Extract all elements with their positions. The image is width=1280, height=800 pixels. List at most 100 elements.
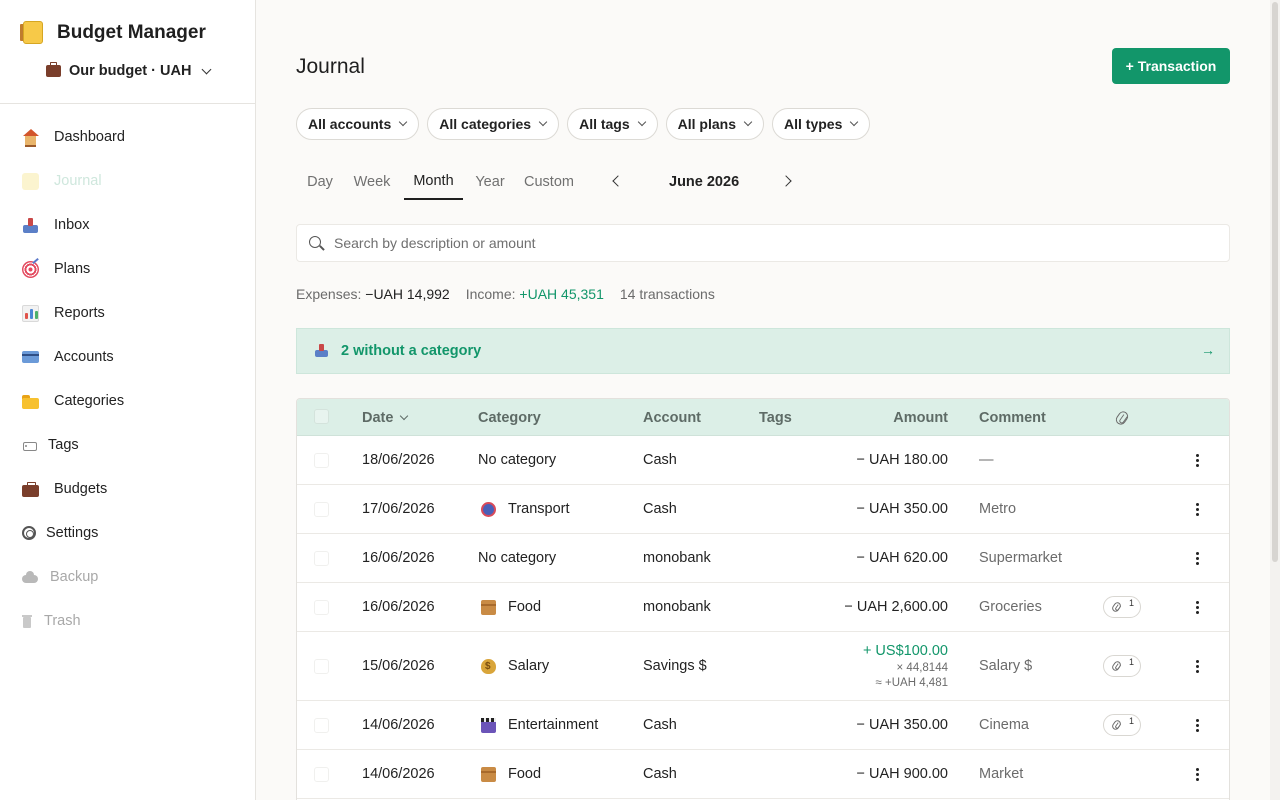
brand[interactable]: Budget Manager xyxy=(20,20,206,45)
inbox-tray-icon xyxy=(22,217,39,234)
table-row[interactable]: 17/06/2026 Transport Cash − UAH 350.00 M… xyxy=(297,485,1229,534)
row-exchange-rate: × 44,8144 xyxy=(896,662,948,674)
row-date: 16/06/2026 xyxy=(362,550,435,566)
sidebar-item-plans[interactable]: Plans xyxy=(0,247,256,291)
sidebar-item-inbox[interactable]: Inbox xyxy=(0,203,256,247)
filter-label: All tags xyxy=(579,116,630,132)
sidebar-item-tags[interactable]: Tags xyxy=(0,423,256,467)
more-options-icon[interactable] xyxy=(1196,768,1199,781)
more-options-icon[interactable] xyxy=(1196,601,1199,614)
sidebar-nav: Dashboard Journal Inbox Plans Reports Ac… xyxy=(0,115,256,643)
target-icon xyxy=(22,260,39,278)
row-checkbox[interactable] xyxy=(314,551,329,566)
sidebar-item-journal[interactable]: Journal xyxy=(0,159,256,203)
table-row[interactable]: 14/06/2026 Food Cash − UAH 900.00 Market xyxy=(297,750,1229,799)
row-checkbox[interactable] xyxy=(314,659,329,674)
table-row[interactable]: 16/06/2026 Food monobank − UAH 2,600.00 … xyxy=(297,583,1229,632)
filter-accounts[interactable]: All accounts xyxy=(296,108,420,140)
filter-tags[interactable]: All tags xyxy=(567,108,658,140)
table-row[interactable]: 15/06/2026 Salary Savings $ + US$100.00 … xyxy=(297,632,1229,701)
filter-label: All types xyxy=(784,116,843,132)
more-options-icon[interactable] xyxy=(1196,719,1199,732)
credit-card-icon xyxy=(22,351,39,363)
search-input[interactable] xyxy=(334,235,1214,251)
package-icon xyxy=(481,766,496,782)
row-category-cell: Entertainment xyxy=(481,701,598,749)
tab-custom[interactable]: Custom xyxy=(518,164,580,200)
attachment-count: 1 xyxy=(1129,716,1135,726)
column-tags: Tags xyxy=(759,409,792,426)
notebook-icon xyxy=(20,20,45,45)
table-row[interactable]: 18/06/2026 No category Cash − UAH 180.00… xyxy=(297,436,1229,485)
app-title: Budget Manager xyxy=(57,21,206,43)
column-date[interactable]: Date xyxy=(362,399,409,436)
filter-label: All accounts xyxy=(308,116,392,132)
scrollbar-thumb[interactable] xyxy=(1272,2,1278,562)
sidebar-item-budgets[interactable]: Budgets xyxy=(0,467,256,511)
sidebar-item-dashboard[interactable]: Dashboard xyxy=(0,115,256,159)
row-category: Food xyxy=(508,599,542,615)
tab-year[interactable]: Year xyxy=(468,164,512,200)
uncategorized-banner[interactable]: 2 without a category → xyxy=(296,328,1230,374)
page-title: Journal xyxy=(296,55,365,78)
add-transaction-button[interactable]: + Transaction xyxy=(1112,48,1230,84)
more-options-icon[interactable] xyxy=(1196,552,1199,565)
table-row[interactable]: 14/06/2026 Entertainment Cash − UAH 350.… xyxy=(297,701,1229,750)
paperclip-icon xyxy=(1110,600,1123,614)
row-account: Cash xyxy=(643,452,677,468)
budget-selector[interactable]: Our budget · UAH xyxy=(46,62,212,79)
sidebar-item-settings[interactable]: Settings xyxy=(0,511,256,555)
row-checkbox[interactable] xyxy=(314,718,329,733)
row-amount: − UAH 620.00 xyxy=(856,550,949,566)
sidebar-divider xyxy=(0,103,256,104)
more-options-icon[interactable] xyxy=(1196,454,1199,467)
row-amount: − UAH 350.00 xyxy=(856,717,949,733)
sidebar-item-backup[interactable]: Backup xyxy=(0,555,256,599)
sidebar-item-label: Categories xyxy=(54,393,125,409)
attachment-count: 1 xyxy=(1129,598,1135,608)
row-comment: Salary $ xyxy=(979,658,1033,674)
sidebar-item-label: Reports xyxy=(54,305,105,321)
scrollbar[interactable] xyxy=(1270,0,1280,800)
row-date: 18/06/2026 xyxy=(362,452,435,468)
table-row[interactable]: 16/06/2026 No category monobank − UAH 62… xyxy=(297,534,1229,583)
folder-icon xyxy=(22,393,39,410)
briefcase-icon xyxy=(46,62,61,77)
table-header: Date Category Account Tags Amount Commen… xyxy=(297,399,1229,436)
row-date: 16/06/2026 xyxy=(362,599,435,615)
row-checkbox[interactable] xyxy=(314,767,329,782)
row-amount-stack: + US$100.00 × 44,8144 ≈ +UAH 4,481 xyxy=(863,632,948,700)
attachment-badge[interactable]: 1 xyxy=(1103,714,1141,736)
inbox-tray-icon xyxy=(315,344,329,358)
row-date: 14/06/2026 xyxy=(362,766,435,782)
more-options-icon[interactable] xyxy=(1196,660,1199,673)
filter-categories[interactable]: All categories xyxy=(427,108,560,140)
row-account: Cash xyxy=(643,501,677,517)
tab-month[interactable]: Month xyxy=(404,164,463,200)
trash-icon xyxy=(22,613,32,630)
filter-types[interactable]: All types xyxy=(772,108,871,140)
gear-icon xyxy=(22,526,36,540)
house-icon xyxy=(22,128,39,147)
sidebar-item-trash[interactable]: Trash xyxy=(0,599,256,643)
sidebar-item-accounts[interactable]: Accounts xyxy=(0,335,256,379)
row-checkbox[interactable] xyxy=(314,453,329,468)
filter-plans[interactable]: All plans xyxy=(665,108,765,140)
more-options-icon[interactable] xyxy=(1196,503,1199,516)
filter-label: All categories xyxy=(439,116,532,132)
tab-day[interactable]: Day xyxy=(296,164,344,200)
row-checkbox[interactable] xyxy=(314,502,329,517)
chevron-right-icon[interactable] xyxy=(780,175,792,187)
tab-week[interactable]: Week xyxy=(348,164,396,200)
attachment-badge[interactable]: 1 xyxy=(1103,655,1141,677)
sidebar-item-label: Backup xyxy=(50,569,99,585)
attachment-badge[interactable]: 1 xyxy=(1103,596,1141,618)
chevron-left-icon[interactable] xyxy=(612,175,624,187)
period-selector: Day Week Month Year Custom June 2026 xyxy=(296,164,816,200)
row-checkbox[interactable] xyxy=(314,600,329,615)
column-comment: Comment xyxy=(979,409,1046,426)
sidebar-item-categories[interactable]: Categories xyxy=(0,379,256,423)
sidebar-item-reports[interactable]: Reports xyxy=(0,291,256,335)
row-category: Entertainment xyxy=(508,717,599,733)
select-all-checkbox[interactable] xyxy=(314,409,329,424)
